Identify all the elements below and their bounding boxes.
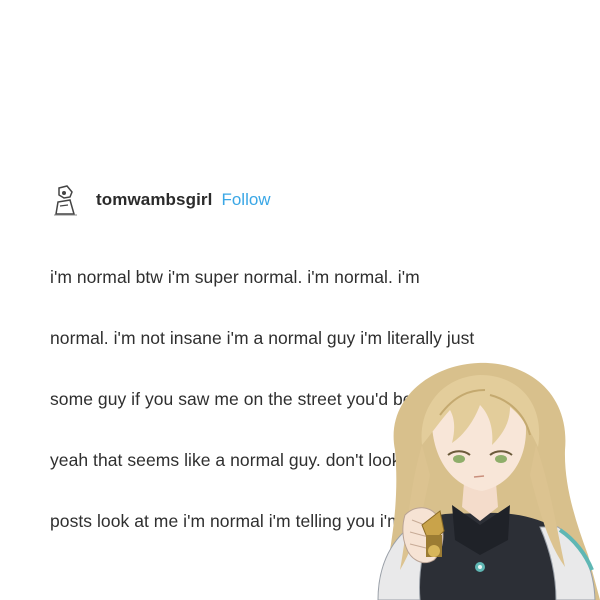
character-sticker [360,355,600,600]
avatar-icon[interactable] [50,184,80,216]
username-link[interactable]: tomwambsgirl [96,190,212,210]
post-line: normal. i'm not insane i'm a normal guy … [50,327,475,348]
follow-button[interactable]: Follow [221,190,270,210]
post-screenshot: tomwambsgirl Follow i'm normal btw i'm s… [0,0,600,600]
post-header: tomwambsgirl Follow [50,182,271,218]
post-line: i'm normal btw i'm super normal. i'm nor… [50,266,420,287]
